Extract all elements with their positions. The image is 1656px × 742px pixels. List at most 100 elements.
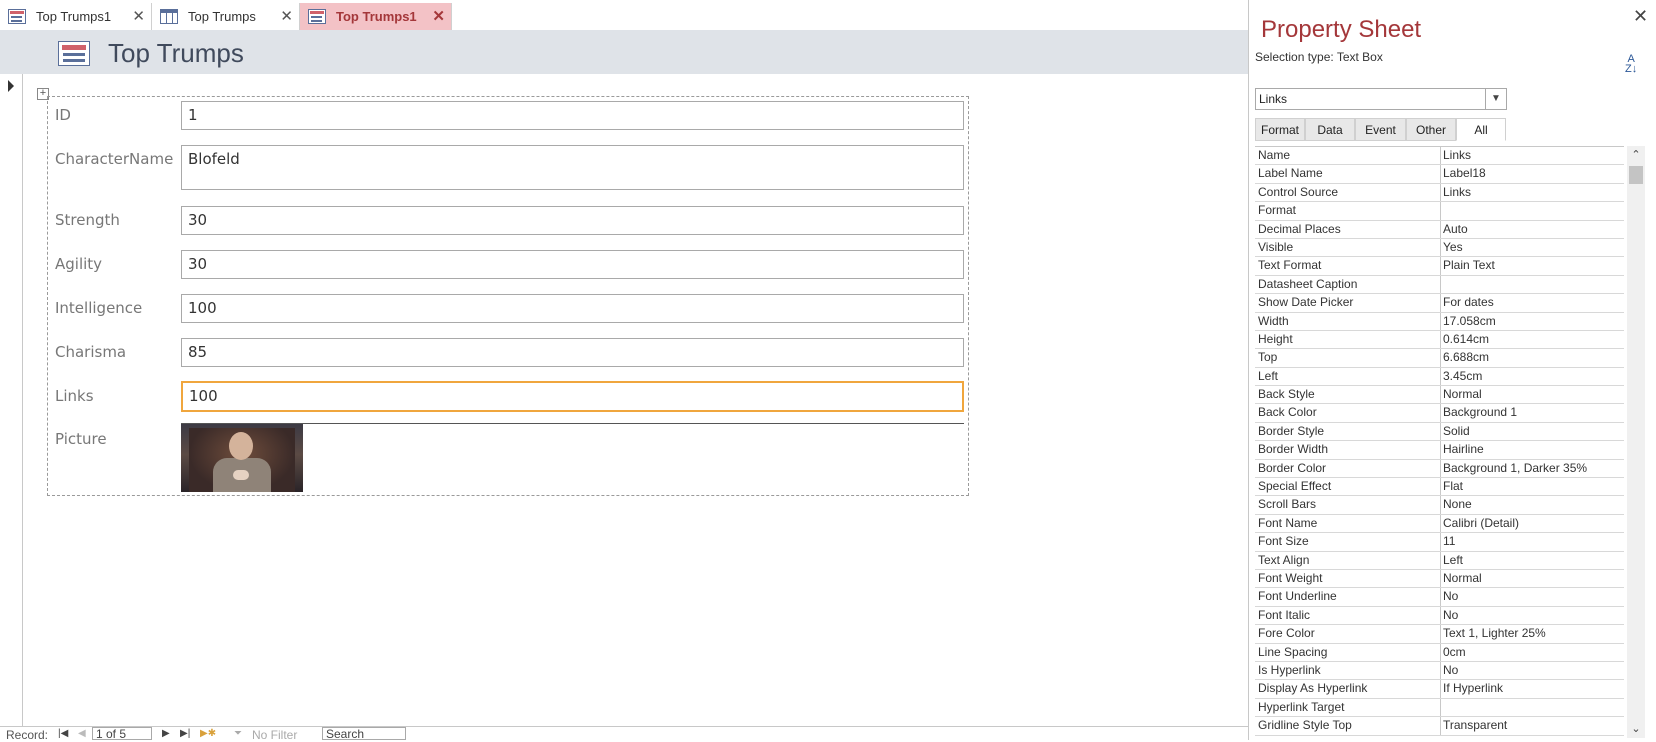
tab-top-trumps1-active[interactable]: Top Trumps1 ✕ — [300, 3, 452, 30]
close-icon[interactable]: ✕ — [280, 7, 293, 25]
property-value[interactable]: Normal — [1443, 386, 1482, 403]
record-selector[interactable] — [0, 74, 23, 726]
previous-record-icon[interactable]: ◀ — [78, 728, 86, 739]
property-row[interactable]: Special Effect Flat — [1255, 478, 1624, 497]
property-value[interactable]: Label18 — [1443, 165, 1486, 182]
charactername-label[interactable]: CharacterName — [55, 150, 173, 168]
property-row[interactable]: Control Source Links — [1255, 183, 1624, 203]
property-value[interactable]: Yes — [1443, 239, 1463, 256]
tab-other[interactable]: Other — [1406, 118, 1456, 141]
tab-data[interactable]: Data — [1305, 118, 1355, 141]
links-label[interactable]: Links — [55, 387, 94, 405]
property-row[interactable]: Back Style Normal — [1255, 386, 1624, 405]
property-row[interactable]: Label Name Label18 — [1255, 165, 1624, 184]
property-row[interactable]: Top 6.688cm — [1255, 349, 1624, 368]
property-row[interactable]: Border Width Hairline — [1255, 441, 1624, 460]
property-value[interactable]: Links — [1443, 147, 1471, 164]
property-row[interactable]: Format — [1255, 202, 1624, 221]
property-value[interactable]: 11 — [1443, 533, 1455, 550]
property-row[interactable]: Is Hyperlink No — [1255, 661, 1624, 681]
property-row[interactable]: Show Date Picker For dates — [1255, 294, 1624, 313]
chevron-down-icon[interactable]: ▼ — [1485, 89, 1506, 109]
property-value[interactable]: Calibri (Detail) — [1443, 515, 1519, 532]
close-icon[interactable]: ✕ — [432, 7, 445, 25]
property-row[interactable]: Decimal Places Auto — [1255, 220, 1624, 239]
agility-label[interactable]: Agility — [55, 255, 102, 273]
property-value[interactable]: No — [1443, 588, 1458, 605]
property-row[interactable]: Text Align Left — [1255, 551, 1624, 570]
property-value[interactable]: Transparent — [1443, 717, 1507, 734]
property-value[interactable]: Hairline — [1443, 441, 1484, 458]
property-row[interactable]: Visible Yes — [1255, 238, 1624, 258]
control-selector-dropdown[interactable]: Links ▼ — [1255, 88, 1507, 110]
property-value[interactable]: 0cm — [1443, 644, 1466, 661]
property-value[interactable]: Links — [1443, 184, 1471, 201]
property-scrollbar[interactable]: ⌃ ⌄ — [1627, 146, 1645, 738]
strength-field[interactable]: 30 — [181, 206, 964, 235]
property-row[interactable]: Datasheet Caption — [1255, 275, 1624, 295]
property-row[interactable]: Font Name Calibri (Detail) — [1255, 514, 1624, 534]
tab-top-trumps-table[interactable]: Top Trumps ✕ — [152, 3, 300, 30]
intelligence-field[interactable]: 100 — [181, 294, 964, 323]
property-value[interactable]: None — [1443, 496, 1472, 513]
id-field[interactable]: 1 — [181, 101, 964, 130]
property-row[interactable]: Font Weight Normal — [1255, 569, 1624, 589]
property-value[interactable]: Left — [1443, 552, 1463, 569]
property-value[interactable]: Background 1, Darker 35% — [1443, 460, 1587, 477]
scroll-thumb[interactable] — [1629, 166, 1643, 184]
property-row[interactable]: Text Format Plain Text — [1255, 257, 1624, 276]
property-value[interactable]: 17.058cm — [1443, 313, 1496, 330]
property-row[interactable]: Left 3.45cm — [1255, 367, 1624, 387]
property-row[interactable]: Border Style Solid — [1255, 422, 1624, 442]
search-input[interactable]: Search — [322, 727, 406, 740]
picture-attachment[interactable] — [181, 424, 303, 492]
property-row[interactable]: Border Color Background 1, Darker 35% — [1255, 459, 1624, 479]
agility-field[interactable]: 30 — [181, 250, 964, 279]
tab-top-trumps1-form[interactable]: Top Trumps1 ✕ — [0, 3, 152, 30]
property-row[interactable]: Font Italic No — [1255, 606, 1624, 626]
sort-az-icon[interactable]: A Z↓ — [1625, 54, 1637, 75]
record-position-input[interactable]: 1 of 5 — [92, 727, 152, 740]
property-value[interactable]: Plain Text — [1443, 257, 1495, 274]
id-label[interactable]: ID — [55, 106, 71, 124]
property-row[interactable]: Back Color Background 1 — [1255, 404, 1624, 423]
property-value[interactable]: Flat — [1443, 478, 1463, 495]
tab-all[interactable]: All — [1456, 118, 1506, 141]
charisma-field[interactable]: 85 — [181, 338, 964, 367]
property-row[interactable]: Font Underline No — [1255, 588, 1624, 607]
property-row[interactable]: Font Size 11 — [1255, 533, 1624, 552]
property-value[interactable]: No — [1443, 607, 1458, 624]
property-value[interactable]: Auto — [1443, 221, 1468, 238]
picture-label[interactable]: Picture — [55, 430, 107, 448]
first-record-icon[interactable]: |◀ — [58, 728, 68, 739]
property-value[interactable]: For dates — [1443, 294, 1494, 311]
close-icon[interactable]: ✕ — [132, 7, 145, 25]
new-record-icon[interactable]: ▶✱ — [200, 728, 216, 739]
charisma-label[interactable]: Charisma — [55, 343, 126, 361]
strength-label[interactable]: Strength — [55, 211, 120, 229]
property-row[interactable]: Line Spacing 0cm — [1255, 643, 1624, 662]
close-icon[interactable]: ✕ — [1633, 6, 1648, 27]
property-value[interactable]: Background 1 — [1443, 404, 1517, 421]
intelligence-label[interactable]: Intelligence — [55, 299, 142, 317]
tab-event[interactable]: Event — [1355, 118, 1406, 141]
property-row[interactable]: Fore Color Text 1, Lighter 25% — [1255, 625, 1624, 644]
property-row[interactable]: Height 0.614cm — [1255, 330, 1624, 350]
property-value[interactable]: 3.45cm — [1443, 368, 1482, 385]
property-row[interactable]: Name Links — [1255, 147, 1624, 166]
property-value[interactable]: 6.688cm — [1443, 349, 1489, 366]
next-record-icon[interactable]: ▶ — [162, 728, 170, 739]
property-value[interactable]: Solid — [1443, 423, 1470, 440]
property-row[interactable]: Gridline Style Top Transparent — [1255, 717, 1624, 736]
property-value[interactable]: Text 1, Lighter 25% — [1443, 625, 1546, 642]
property-row[interactable]: Hyperlink Target — [1255, 698, 1624, 718]
chevron-down-icon[interactable]: ⌄ — [1627, 720, 1645, 738]
property-value[interactable]: If Hyperlink — [1443, 680, 1503, 697]
last-record-icon[interactable]: ▶| — [180, 728, 190, 739]
property-row[interactable]: Width 17.058cm — [1255, 312, 1624, 331]
property-value[interactable]: No — [1443, 662, 1458, 679]
property-value[interactable]: Normal — [1443, 570, 1482, 587]
property-row[interactable]: Scroll Bars None — [1255, 496, 1624, 515]
charactername-field[interactable]: Blofeld — [181, 145, 964, 190]
tab-format[interactable]: Format — [1255, 118, 1305, 141]
